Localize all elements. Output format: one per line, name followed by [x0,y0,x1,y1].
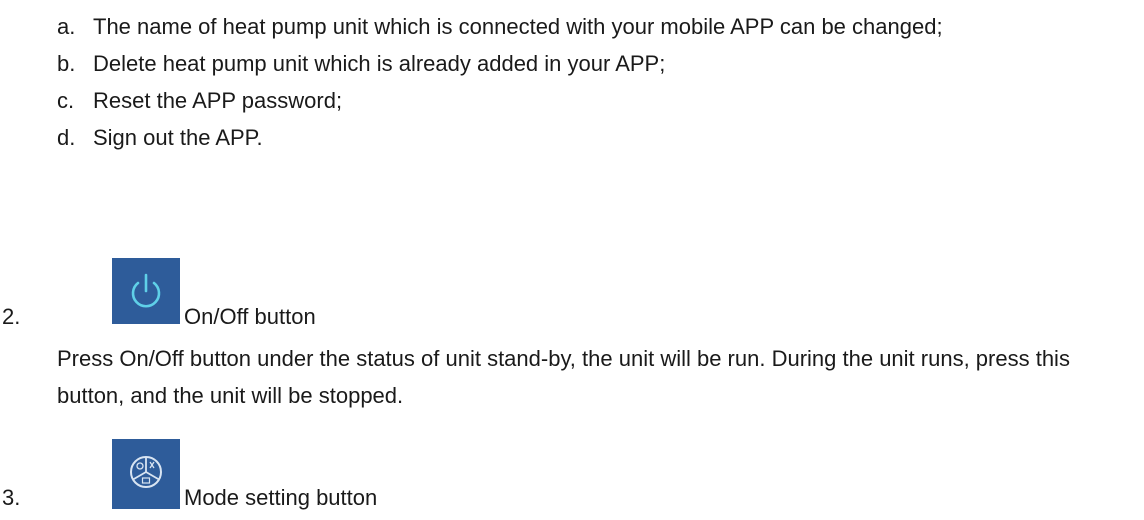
list-item-letter: b. [57,51,76,76]
section-number: 3. [2,485,21,510]
feature-sub-list: a. The name of heat pump unit which is c… [57,8,1127,156]
on-off-section: 2. On/Off button Press On/Off button und… [0,258,1144,463]
power-icon [112,258,180,324]
list-item: a. The name of heat pump unit which is c… [57,8,1127,45]
list-item: c. Reset the APP password; [57,82,1127,119]
list-item-text: The name of heat pump unit which is conn… [93,14,943,39]
list-item-letter: d. [57,125,76,150]
mode-setting-section: 3. Mode setting button [0,439,1144,517]
document-page: a. The name of heat pump unit which is c… [0,0,1144,517]
section-number: 2. [2,304,21,329]
list-item-text: Sign out the APP. [93,125,263,150]
mode-setting-button-label: Mode setting button [184,485,378,510]
list-item-text: Reset the APP password; [93,88,343,113]
on-off-description: Press On/Off button under the status of … [57,346,1070,408]
list-item: d. Sign out the APP. [57,119,1127,156]
on-off-button-label: On/Off button [184,304,316,329]
list-item-text: Delete heat pump unit which is already a… [93,51,666,76]
list-item: b. Delete heat pump unit which is alread… [57,45,1127,82]
list-item-letter: a. [57,14,76,39]
mode-icon [112,439,180,509]
list-item-letter: c. [57,88,75,113]
